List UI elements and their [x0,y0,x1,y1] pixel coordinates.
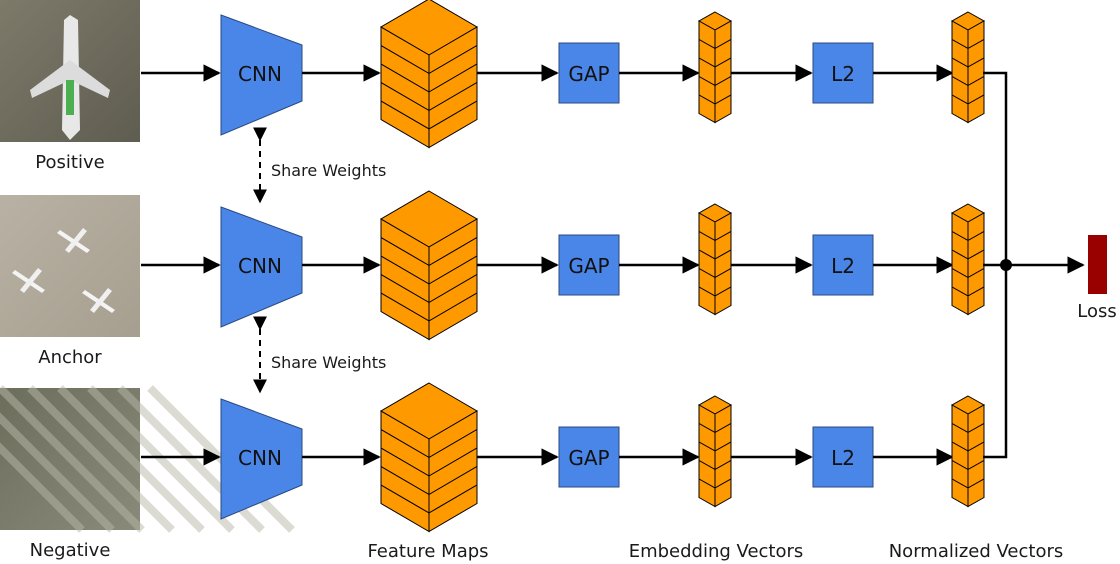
branch-anchor: Anchor CNN GAP L2 [0,190,986,368]
branch-positive: Positive CNN GAP L2 [0,0,986,173]
triplet-network-diagram: Positive CNN GAP L2 Anchor CNN GAP L2 Negative CN… [0,0,1117,562]
cnn-label: CNN [238,62,282,86]
gap-block: GAP [558,426,620,488]
gap-label: GAP [568,254,609,278]
gap-block: GAP [558,42,620,104]
cnn-block: CNN [220,14,303,136]
embedding-vector [697,11,733,124]
embedding-vector [697,395,733,508]
share-weights-label: Share Weights [271,161,386,180]
cnn-block: CNN [220,206,303,328]
merge-connector [983,71,1085,459]
caption-embedding-vectors: Embedding Vectors [629,541,804,562]
image-label-positive: Positive [35,152,104,173]
l2-block: L2 [812,42,874,104]
feature-maps-cube [380,0,478,149]
caption-normalized-vectors: Normalized Vectors [889,541,1064,562]
image-label-anchor: Anchor [38,347,102,368]
cnn-block: CNN [220,398,303,520]
aerial-airplane-image [0,0,140,142]
l2-label: L2 [831,254,855,278]
normalized-vector [950,395,986,508]
embedding-vector [697,203,733,316]
share-weights-label: Share Weights [271,353,386,372]
loss-label: Loss [1077,301,1116,322]
l2-block: L2 [812,426,874,488]
gap-label: GAP [568,62,609,86]
feature-maps-cube [380,382,478,533]
image-label-negative: Negative [30,540,111,561]
l2-block: L2 [812,234,874,296]
aerial-airport-image [0,195,140,337]
share-weights-2: Share Weights [253,316,386,394]
l2-label: L2 [831,446,855,470]
l2-label: L2 [831,62,855,86]
share-weights-1: Share Weights [253,127,386,204]
loss-block [1088,235,1107,294]
feature-maps-cube [380,190,478,341]
junction-dot [1000,259,1012,271]
cnn-label: CNN [238,254,282,278]
caption-feature-maps: Feature Maps [367,541,488,562]
gap-label: GAP [568,446,609,470]
cnn-label: CNN [238,446,282,470]
normalized-vector [950,203,986,316]
branch-negative: Negative CNN GAP L2 [0,382,986,561]
gap-block: GAP [558,234,620,296]
normalized-vector [950,11,986,124]
